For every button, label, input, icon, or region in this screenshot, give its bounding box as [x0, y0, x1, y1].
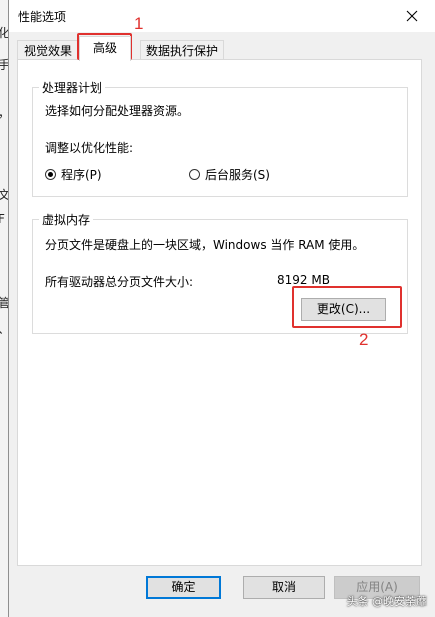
- background-text-fragment: F: [0, 212, 5, 226]
- adjust-label: 调整以优化性能:: [45, 141, 134, 155]
- tab-advanced[interactable]: 高级: [79, 36, 131, 61]
- radio-unchecked-indicator: [189, 169, 200, 180]
- tab-data-execution-prevention[interactable]: 数据执行保护: [140, 40, 224, 60]
- processor-scheduling-group: 处理器计划 选择如何分配处理器资源。 调整以优化性能: 程序(P) 后台服务(S…: [32, 79, 408, 197]
- total-paging-file-label: 所有驱动器总分页文件大小:: [45, 275, 194, 289]
- change-button[interactable]: 更改(C)...: [301, 298, 386, 321]
- cancel-button[interactable]: 取消: [243, 576, 325, 599]
- virtual-memory-group: 虚拟内存 分页文件是硬盘上的一块区域，Windows 当作 RAM 使用。 所有…: [32, 211, 408, 334]
- radio-label: 后台服务(S): [205, 168, 270, 182]
- advanced-tab-panel: 处理器计划 选择如何分配处理器资源。 调整以优化性能: 程序(P) 后台服务(S…: [17, 59, 422, 566]
- close-button[interactable]: [389, 0, 435, 32]
- radio-checked-indicator: [45, 169, 56, 180]
- ok-button[interactable]: 确定: [146, 576, 221, 599]
- button-label: 确定: [171, 580, 196, 594]
- group-title: 处理器计划: [39, 79, 106, 96]
- tab-visual-effects[interactable]: 视觉效果: [17, 40, 79, 60]
- tab-label: 视觉效果: [23, 44, 72, 58]
- radio-background-services[interactable]: 后台服务(S): [189, 166, 270, 183]
- button-label: 取消: [271, 580, 296, 594]
- screenshot-root: 化 手 ， 文 F 管 、 性能选项 视觉效果 高级 数据执行保护: [0, 0, 435, 617]
- watermark: 头条 @晚安荼蘼: [346, 595, 428, 608]
- window-title: 性能选项: [18, 10, 67, 24]
- virtual-memory-description: 分页文件是硬盘上的一块区域，Windows 当作 RAM 使用。: [45, 238, 365, 252]
- radio-label: 程序(P): [61, 168, 102, 182]
- radio-programs[interactable]: 程序(P): [45, 166, 102, 183]
- group-title: 虚拟内存: [39, 211, 94, 228]
- title-bar[interactable]: 性能选项: [9, 0, 435, 32]
- processor-description: 选择如何分配处理器资源。: [45, 104, 190, 118]
- tab-label: 高级: [92, 41, 117, 55]
- button-label: 更改(C)...: [316, 302, 371, 316]
- total-paging-file-size: 8192 MB: [277, 273, 330, 287]
- button-label: 应用(A): [356, 580, 398, 594]
- performance-options-dialog: 性能选项 视觉效果 高级 数据执行保护 处理器计划 选择如何分配处理器资源。 调…: [8, 0, 435, 617]
- close-icon: [406, 10, 418, 22]
- tab-label: 数据执行保护: [145, 44, 218, 58]
